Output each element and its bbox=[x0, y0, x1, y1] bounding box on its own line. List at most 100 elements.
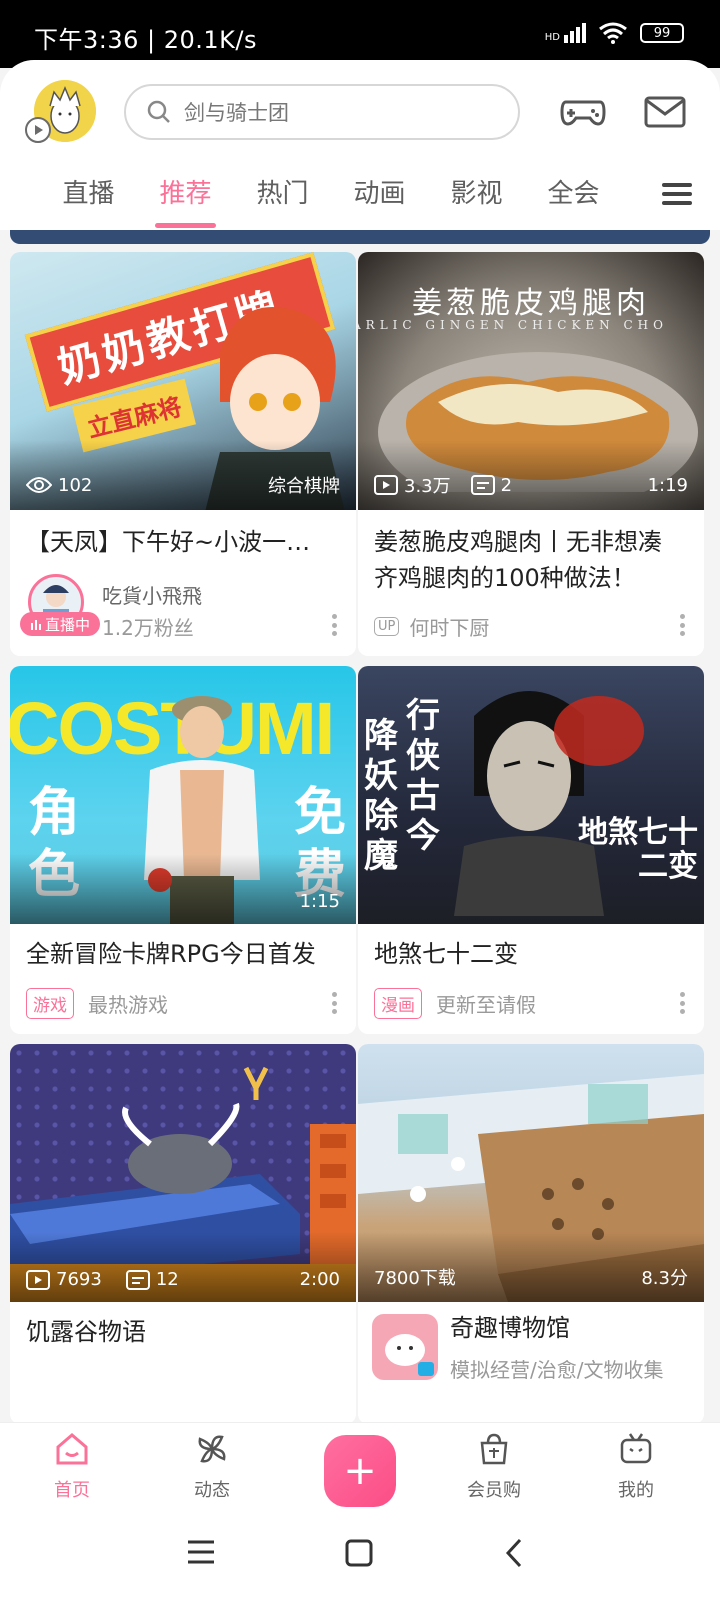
game-title: 奇趣博物馆 bbox=[450, 1314, 570, 1342]
meta-text: 更新至请假 bbox=[436, 993, 536, 1017]
video-duration: 1:15 bbox=[299, 891, 340, 912]
video-feed[interactable]: 奶奶教打牌 立直麻将 102 综合棋牌 【天凤】下午好~小波一… 直播中 吃貨小… bbox=[0, 230, 720, 1422]
search-placeholder: 剑与骑士团 bbox=[184, 101, 289, 125]
video-card[interactable]: 7693 12 2:00 饥露谷物语 bbox=[10, 1044, 356, 1422]
tab-anime[interactable]: 动画 bbox=[331, 172, 428, 230]
game-card[interactable]: COSTUMI 角色 免费 1:15 全新冒险卡牌RPG今日首发 游戏 最热游戏 bbox=[10, 666, 356, 1034]
tab-hot[interactable]: 热门 bbox=[234, 172, 331, 230]
danmaku-icon bbox=[125, 1269, 150, 1290]
video-stats: 102 综合棋牌 bbox=[26, 472, 340, 498]
home-square-icon[interactable] bbox=[344, 1538, 374, 1568]
category-label: 综合棋牌 bbox=[268, 476, 340, 497]
tab-film[interactable]: 影视 bbox=[428, 172, 525, 230]
tab-recommend[interactable]: 推荐 bbox=[137, 172, 234, 230]
status-icons: HD 99 bbox=[545, 22, 684, 44]
play-count-icon bbox=[374, 475, 398, 495]
recent-apps-icon[interactable] bbox=[186, 1538, 216, 1566]
more-options-icon[interactable] bbox=[680, 992, 686, 1014]
game-title: 全新冒险卡牌RPG今日首发 bbox=[26, 940, 316, 968]
video-thumbnail[interactable]: 7693 12 2:00 bbox=[10, 1044, 356, 1302]
video-stats: 3.3万 2 1:19 bbox=[374, 472, 688, 498]
video-card[interactable]: 奶奶教打牌 立直麻将 102 综合棋牌 【天凤】下午好~小波一… 直播中 吃貨小… bbox=[10, 252, 356, 656]
more-options-icon[interactable] bbox=[332, 614, 338, 636]
video-stats: 1:15 bbox=[26, 891, 340, 912]
video-duration: 2:00 bbox=[299, 1269, 340, 1290]
up-badge: UP bbox=[374, 617, 400, 636]
play-count-icon bbox=[26, 1269, 50, 1290]
more-options-icon[interactable] bbox=[332, 992, 338, 1014]
thumb-red-cloud bbox=[554, 696, 644, 766]
card-meta: 漫画 更新至请假 bbox=[374, 988, 690, 1019]
comment-count: 2 bbox=[500, 474, 513, 496]
more-options-icon[interactable] bbox=[680, 614, 686, 636]
danmaku-icon bbox=[470, 475, 495, 495]
menu-icon[interactable] bbox=[662, 178, 692, 210]
back-icon[interactable] bbox=[502, 1538, 526, 1568]
game-controller-icon[interactable] bbox=[558, 86, 608, 136]
thumb-left-text: 降妖除魔 bbox=[364, 716, 398, 876]
status-time-speed: 下午3:36 | 20.1K/s bbox=[34, 26, 258, 54]
nav-home[interactable]: 首页 bbox=[22, 1431, 122, 1502]
comic-title: 地煞七十二变 bbox=[374, 940, 518, 968]
signal-icon: HD bbox=[545, 23, 586, 43]
system-navigation-bar bbox=[0, 1508, 720, 1600]
shopping-bag-icon bbox=[480, 1433, 508, 1465]
category-tag: 游戏 bbox=[26, 988, 74, 1019]
thumb-right-text: 行侠古今 bbox=[406, 696, 440, 856]
video-title: 姜葱脆皮鸡腿肉丨无非想凑齐鸡腿肉的100种做法！ bbox=[374, 528, 662, 592]
game-stats: 7800下载 8.3分 bbox=[374, 1264, 688, 1290]
video-thumbnail[interactable]: 奶奶教打牌 立直麻将 102 综合棋牌 bbox=[10, 252, 356, 510]
nav-member-shop[interactable]: 会员购 bbox=[444, 1431, 544, 1502]
views-icon bbox=[26, 477, 52, 493]
tab-live[interactable]: 直播 bbox=[40, 172, 137, 230]
video-duration: 1:19 bbox=[647, 474, 688, 496]
video-title: 【天凤】下午好~小波一… bbox=[26, 528, 311, 556]
video-stats: 7693 12 2:00 bbox=[26, 1269, 340, 1290]
network-label: HD bbox=[544, 32, 560, 43]
tab-all[interactable]: 全会 bbox=[525, 172, 622, 230]
nav-mine[interactable]: 我的 bbox=[586, 1431, 686, 1502]
game-score: 8.3分 bbox=[641, 1268, 688, 1289]
previous-card-edge bbox=[10, 230, 710, 244]
download-count: 7800下载 bbox=[374, 1268, 456, 1289]
video-meta: UP 何时下厨 bbox=[374, 612, 690, 641]
live-badge: 直播中 bbox=[20, 612, 100, 636]
game-card[interactable]: 7800下载 8.3分 奇趣博物馆 模拟经营/治愈/文物收集 bbox=[358, 1044, 704, 1422]
mail-icon[interactable] bbox=[640, 86, 690, 136]
video-card[interactable]: 姜葱脆皮鸡腿肉 ARLIC GINGEN CHICKEN CHO 3.3万 2 … bbox=[358, 252, 704, 656]
video-thumbnail[interactable]: 姜葱脆皮鸡腿肉 ARLIC GINGEN CHICKEN CHO 3.3万 2 … bbox=[358, 252, 704, 510]
tv-icon bbox=[620, 1433, 652, 1464]
battery-icon: 99 bbox=[640, 23, 684, 43]
search-bar[interactable]: 剑与骑士团 bbox=[124, 84, 520, 140]
comment-count: 12 bbox=[155, 1269, 179, 1290]
author-name[interactable]: 何时下厨 bbox=[409, 612, 489, 641]
view-count: 3.3万 bbox=[404, 476, 451, 497]
comic-card[interactable]: 降妖除魔 行侠古今 地煞七十二变 地煞七十二变 漫画 更新至请假 bbox=[358, 666, 704, 1034]
search-icon bbox=[147, 100, 170, 123]
create-post-button[interactable]: + bbox=[324, 1435, 396, 1507]
status-bar: 下午3:36 | 20.1K/s HD 99 bbox=[0, 0, 720, 68]
game-thumbnail[interactable]: 7800下载 8.3分 bbox=[358, 1044, 704, 1302]
category-tag: 漫画 bbox=[374, 988, 422, 1019]
wifi-icon bbox=[599, 22, 627, 44]
author-name[interactable]: 吃貨小飛飛 bbox=[102, 580, 202, 609]
nav-dynamic[interactable]: 动态 bbox=[162, 1431, 262, 1502]
thumb-title: 姜葱脆皮鸡腿肉 bbox=[412, 286, 650, 321]
live-bars-icon bbox=[30, 620, 41, 630]
pinwheel-icon bbox=[198, 1435, 226, 1463]
video-thumbnail[interactable]: COSTUMI 角色 免费 1:15 bbox=[10, 666, 356, 924]
card-meta: 游戏 最热游戏 bbox=[26, 988, 342, 1019]
channel-tabs: 直播 推荐 热门 动画 影视 全会 bbox=[0, 172, 720, 230]
creator-badge-icon bbox=[25, 117, 51, 143]
app-header: 剑与骑士团 直播 推荐 热门 动画 影视 全会 bbox=[0, 60, 720, 230]
meta-text: 最热游戏 bbox=[88, 993, 168, 1017]
home-icon bbox=[56, 1433, 88, 1465]
view-count: 7693 bbox=[56, 1269, 102, 1290]
game-app-icon[interactable] bbox=[372, 1314, 438, 1380]
comic-thumbnail[interactable]: 降妖除魔 行侠古今 地煞七十二变 bbox=[358, 666, 704, 924]
fans-count: 1.2万粉丝 bbox=[102, 616, 194, 640]
video-title: 饥露谷物语 bbox=[26, 1318, 146, 1346]
thumb-subtitle: ARLIC GINGEN CHICKEN CHO bbox=[358, 318, 668, 332]
game-genres: 模拟经营/治愈/文物收集 bbox=[450, 1358, 664, 1382]
view-count: 102 bbox=[58, 474, 93, 496]
